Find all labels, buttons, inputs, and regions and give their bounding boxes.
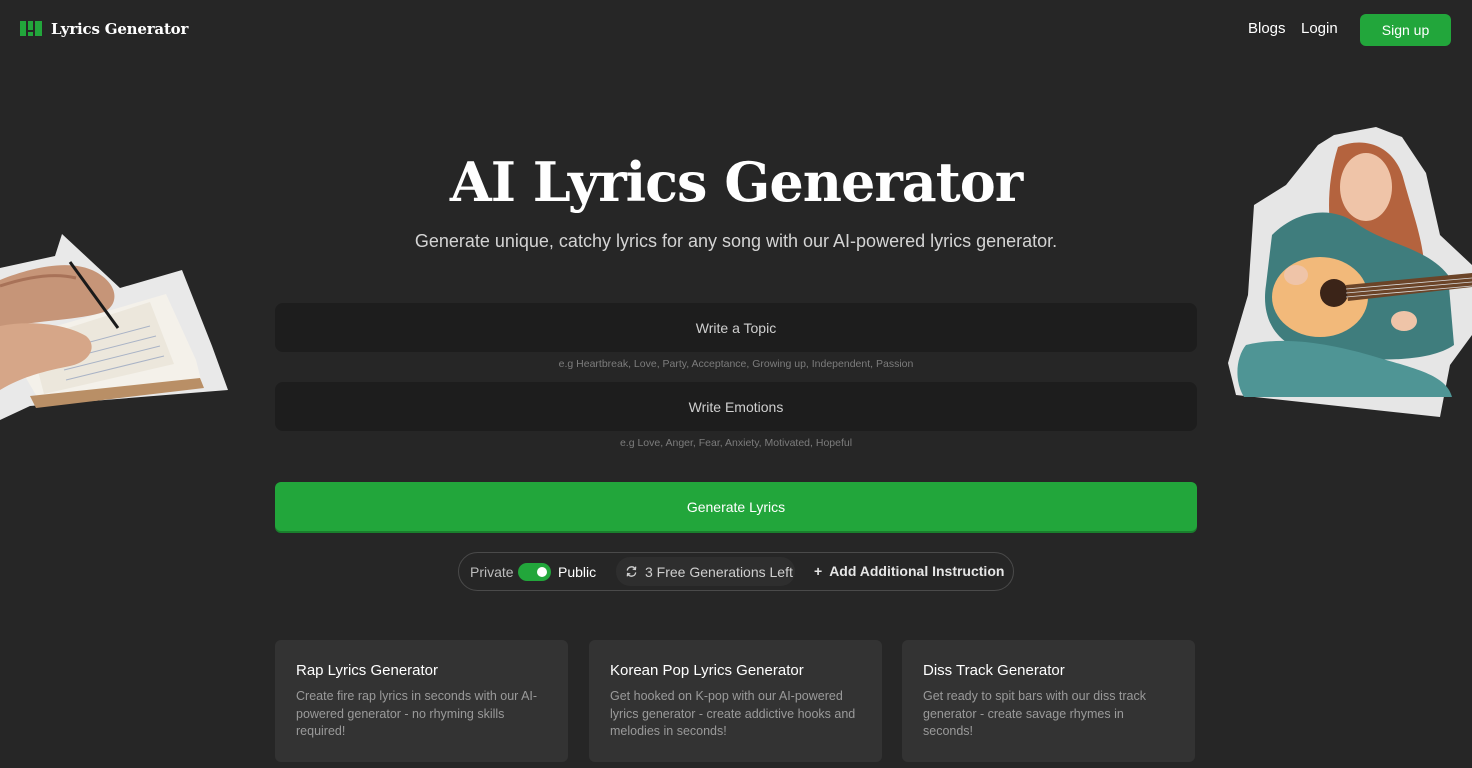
generate-lyrics-button[interactable]: Generate Lyrics [275,482,1197,531]
add-instruction-button[interactable]: + Add Additional Instruction [814,563,1004,579]
page-subtitle: Generate unique, catchy lyrics for any s… [414,231,1058,251]
free-generations-text: 3 Free Generations Left [645,563,793,580]
free-generations-badge: 3 Free Generations Left [616,557,795,586]
nav-login-link[interactable]: Login [1301,20,1338,37]
card-description: Create fire rap lyrics in seconds with o… [296,689,538,738]
logo-icon [20,20,42,38]
emotions-hint: e.g Love, Anger, Fear, Anxiety, Motivate… [619,437,853,449]
topic-input[interactable] [275,303,1197,352]
card-title: Korean Pop Lyrics Generator [610,662,804,679]
private-label[interactable]: Private [470,564,514,580]
card-description: Get ready to spit bars with our diss tra… [923,689,1147,738]
nav-blogs-link[interactable]: Blogs [1248,20,1286,37]
public-label[interactable]: Public [558,564,596,580]
diss-track-generator-card[interactable]: Diss Track Generator Get ready to spit b… [902,640,1195,762]
brand-logo[interactable]: Lyrics Generator [20,20,188,38]
writing-hands-illustration [0,234,228,420]
kpop-generator-card[interactable]: Korean Pop Lyrics Generator Get hooked o… [589,640,882,762]
plus-icon: + [814,563,823,579]
visibility-toggle[interactable] [518,563,551,581]
site-header: Lyrics Generator Blogs Login Sign up [0,0,1472,60]
page-title: AI Lyrics Generator [449,150,1023,214]
card-description: Get hooked on K-pop with our AI-powered … [610,689,856,738]
options-bar: Private Public 3 Free Generations Left +… [458,552,1014,591]
refresh-icon [626,566,637,577]
signup-button[interactable]: Sign up [1360,14,1451,46]
brand-name: Lyrics Generator [51,20,189,38]
toggle-knob [537,567,547,577]
emotions-input[interactable] [275,382,1197,431]
topic-hint: e.g Heartbreak, Love, Party, Acceptance,… [558,358,914,370]
card-title: Rap Lyrics Generator [296,662,439,679]
card-title: Diss Track Generator [923,662,1065,679]
rap-generator-card[interactable]: Rap Lyrics Generator Create fire rap lyr… [275,640,568,762]
add-instruction-label: Add Additional Instruction [829,563,1005,579]
